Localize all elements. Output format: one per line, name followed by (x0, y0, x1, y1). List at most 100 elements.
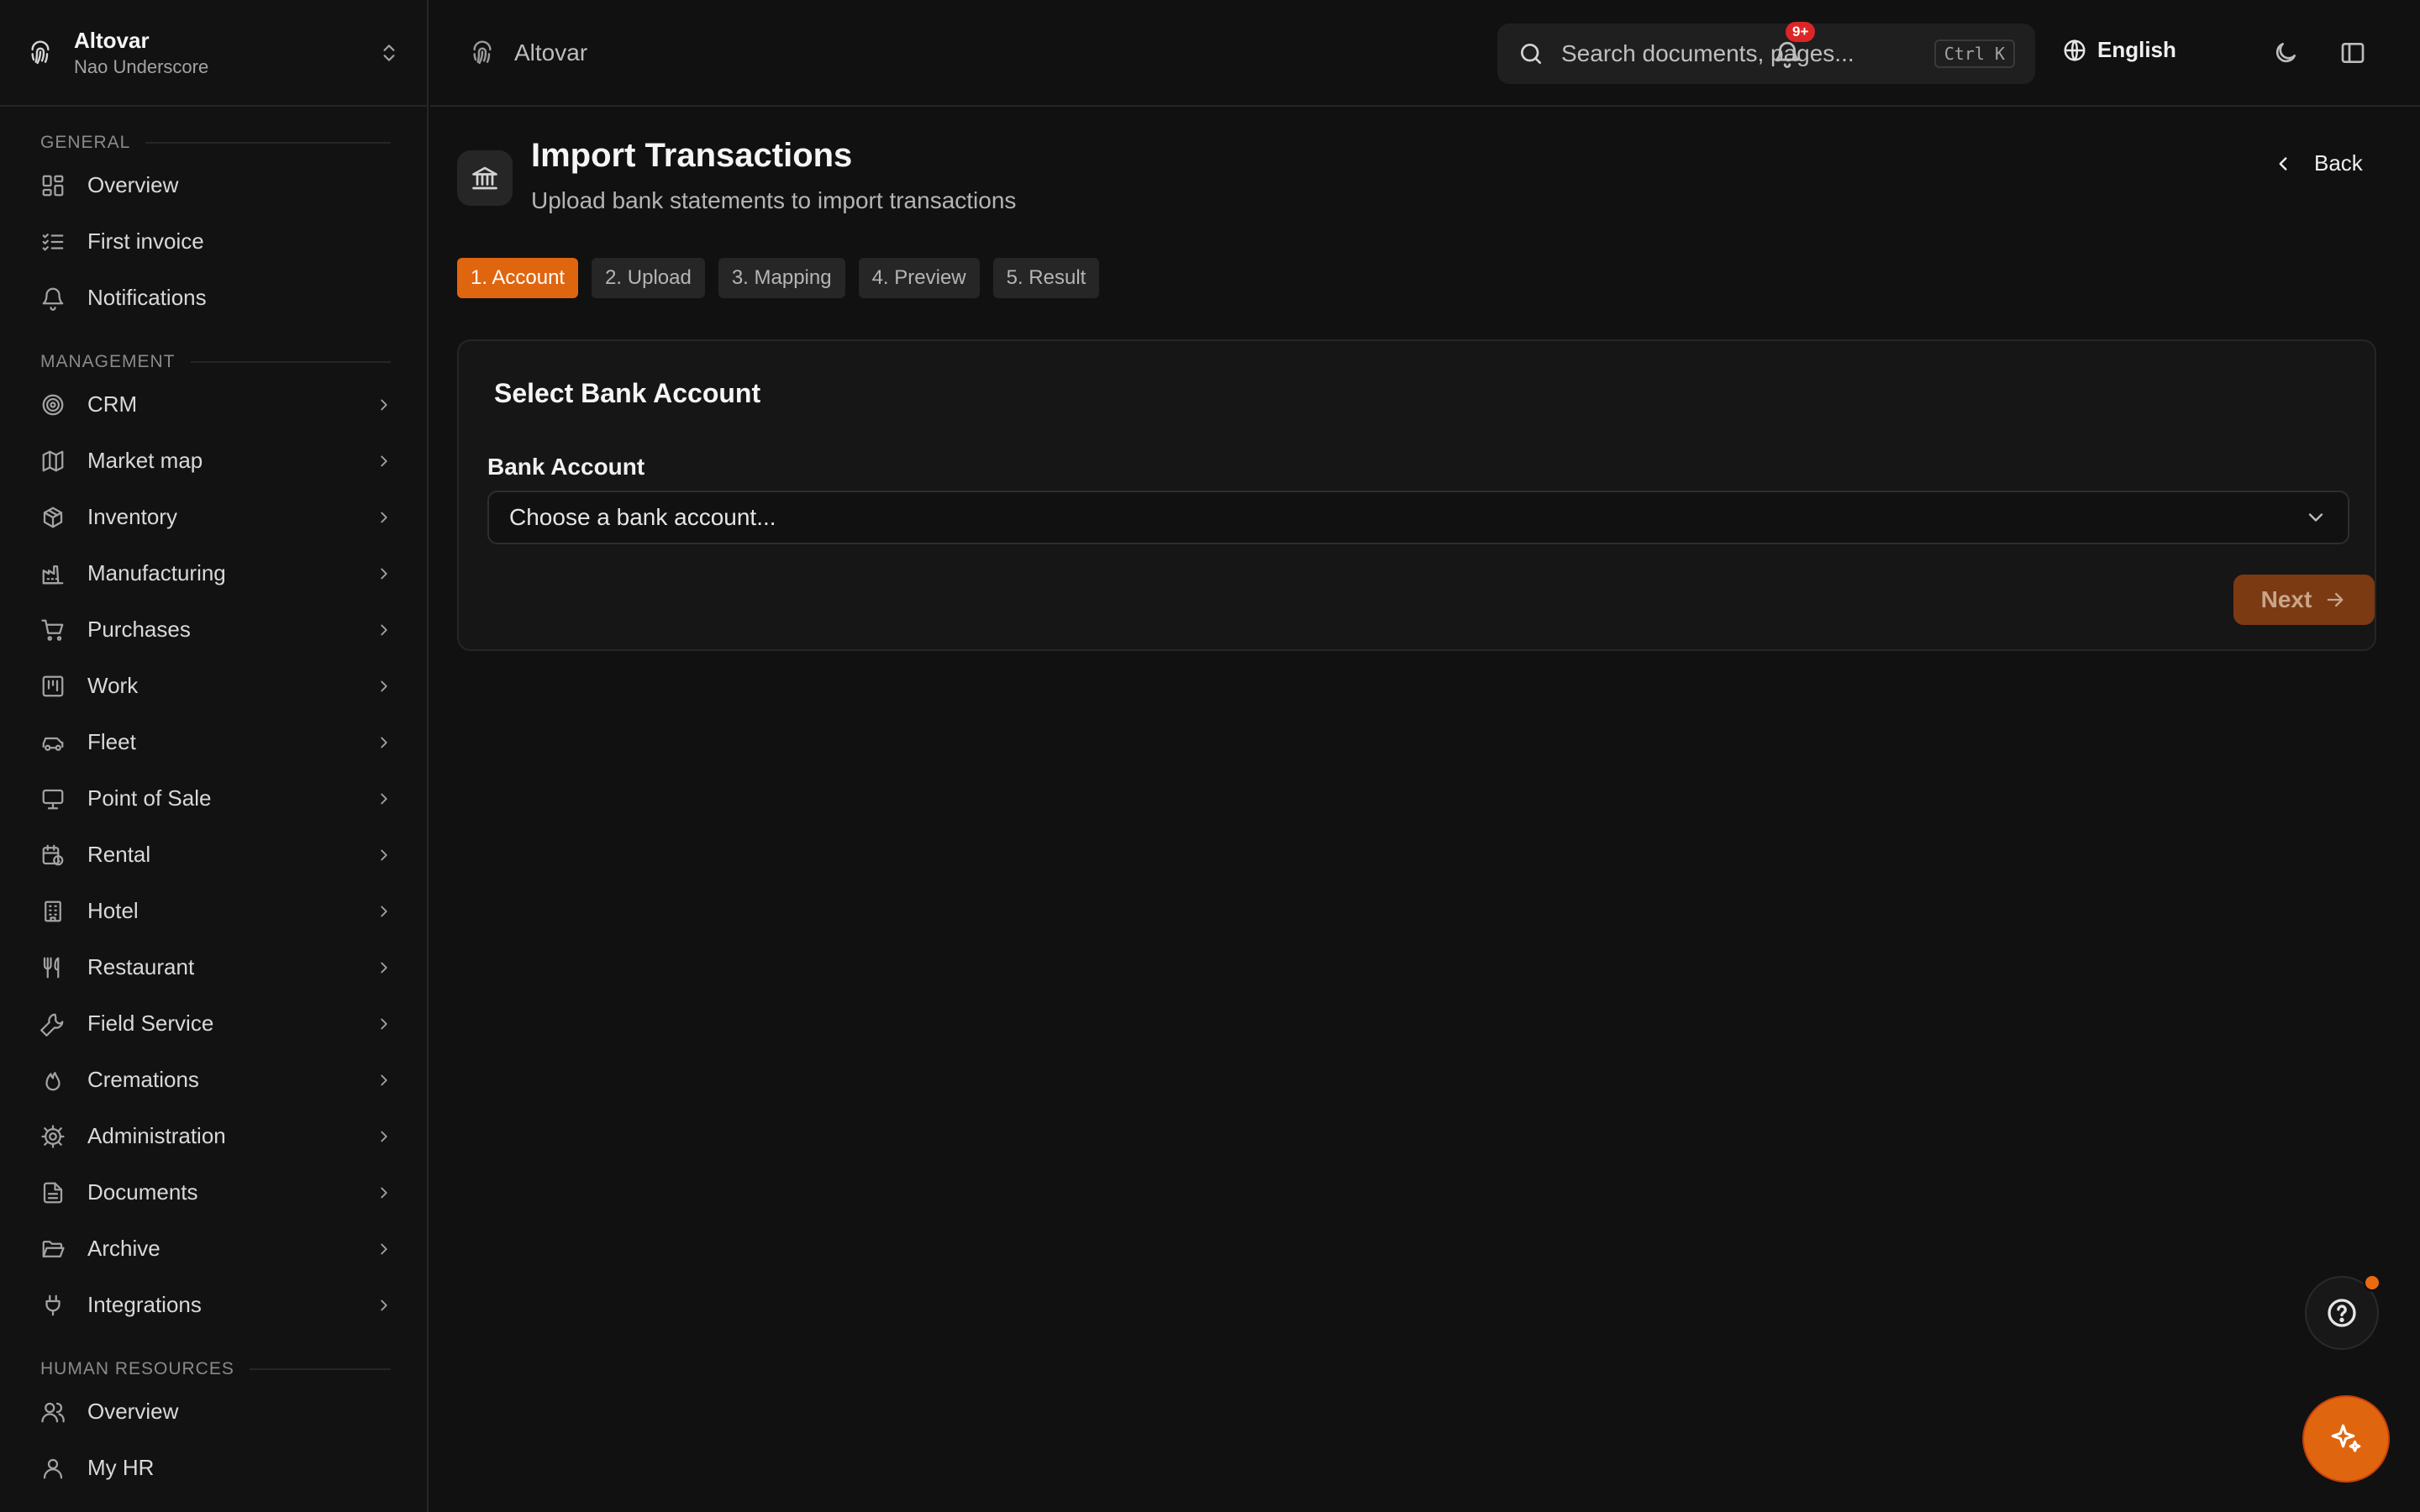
package-icon (43, 507, 63, 528)
sidebar-item-label: Manufacturing (87, 560, 226, 585)
chevron-right-icon (381, 568, 387, 579)
utensils-icon (43, 957, 60, 978)
chevron-right-icon (381, 1131, 387, 1142)
chevron-right-icon (381, 737, 387, 748)
sidebar-item-my-hr[interactable]: My HR (0, 1440, 427, 1496)
org-switcher[interactable]: Altovar Nao Underscore (0, 0, 427, 107)
sidebar-item-label: Documents (87, 1179, 198, 1205)
ai-assistant-button[interactable] (2304, 1397, 2388, 1481)
chevron-right-icon (381, 1299, 387, 1310)
step-5-result[interactable]: 5. Result (992, 258, 1100, 298)
page-icon (457, 150, 513, 206)
chevron-right-icon (381, 680, 387, 691)
sidebar-item-fleet[interactable]: Fleet (0, 714, 427, 770)
sidebar-item-overview[interactable]: Overview (0, 1383, 427, 1440)
file-icon (43, 1182, 63, 1203)
language-selector[interactable]: English (2062, 37, 2176, 63)
sidebar-item-documents[interactable]: Documents (0, 1164, 427, 1221)
sidebar-item-archive[interactable]: Archive (0, 1221, 427, 1277)
search-bar[interactable]: Ctrl K (1497, 24, 2035, 84)
sidebar-item-restaurant[interactable]: Restaurant (0, 939, 427, 995)
sidebar-item-label: Purchases (87, 617, 191, 642)
bell-icon (42, 287, 64, 311)
sidebar-item-first-invoice[interactable]: First invoice (0, 213, 427, 270)
search-input[interactable] (1561, 40, 1934, 67)
step-4-preview[interactable]: 4. Preview (858, 258, 980, 298)
sidebar-item-label: Field Service (87, 1011, 214, 1036)
fingerprint-icon (473, 39, 492, 64)
sidebar-item-crm[interactable]: CRM (0, 376, 427, 433)
flame-icon (45, 1071, 60, 1090)
target-icon (42, 394, 64, 415)
sidebar-item-label: Cremations (87, 1067, 199, 1092)
sidebar-item-purchases[interactable]: Purchases (0, 601, 427, 658)
sidebar-item-integrations[interactable]: Integrations (0, 1277, 427, 1333)
map-icon (42, 450, 64, 471)
sidebar-item-hotel[interactable]: Hotel (0, 883, 427, 939)
section-label: HUMAN RESOURCES (40, 1359, 234, 1378)
chevron-right-icon (381, 962, 387, 973)
cart-icon (41, 619, 64, 641)
next-button[interactable]: Next (2233, 575, 2375, 625)
sidebar-item-label: Integrations (87, 1292, 202, 1317)
chevron-right-icon (381, 793, 387, 804)
search-shortcut: Ctrl K (1933, 39, 2015, 68)
monitor-icon (42, 789, 64, 809)
sidebar-item-label: My HR (87, 1455, 155, 1480)
gear-icon (41, 1124, 65, 1148)
chevron-right-icon (381, 624, 387, 635)
sidebar-item-inventory[interactable]: Inventory (0, 489, 427, 545)
sidebar-item-work[interactable]: Work (0, 658, 427, 714)
back-button[interactable]: Back (2262, 144, 2373, 183)
arrow-right-icon (2328, 592, 2344, 607)
plug-icon (45, 1294, 60, 1315)
step-1-account[interactable]: 1. Account (457, 258, 579, 298)
sidebar-item-label: Market map (87, 448, 203, 473)
bank-account-card: Select Bank Account Bank Account Choose … (457, 339, 2376, 651)
sidebar-item-notifications[interactable]: Notifications (0, 270, 427, 326)
moon-icon[interactable] (2272, 39, 2299, 66)
factory-icon (42, 564, 64, 584)
sidebar-item-label: First invoice (87, 228, 204, 254)
sidebar-item-administration[interactable]: Administration (0, 1108, 427, 1164)
breadcrumb[interactable]: Altovar (469, 39, 587, 66)
help-indicator-dot (2363, 1273, 2381, 1292)
chevrons-up-down-icon (383, 44, 395, 61)
sidebar-toggle-icon[interactable] (2339, 39, 2366, 66)
search-icon (1521, 44, 1541, 64)
chevron-left-icon (2279, 156, 2287, 171)
sidebar-item-label: Notifications (87, 285, 207, 310)
notifications-bell-icon[interactable] (1773, 39, 1802, 68)
sidebar-item-point-of-sale[interactable]: Point of Sale (0, 770, 427, 827)
sidebar-item-rental[interactable]: Rental (0, 827, 427, 883)
folder-open-icon (42, 1240, 65, 1257)
chevron-right-icon (381, 1074, 387, 1085)
sidebar-item-label: Fleet (87, 729, 136, 754)
sidebar-item-market-map[interactable]: Market map (0, 433, 427, 489)
user-icon (43, 1458, 63, 1478)
sidebar-item-field-service[interactable]: Field Service (0, 995, 427, 1052)
sidebar-item-label: Administration (87, 1123, 226, 1148)
notification-badge: 9+ (1786, 22, 1816, 42)
building-icon (45, 900, 61, 921)
chevron-right-icon (381, 512, 387, 522)
help-circle-icon (2328, 1299, 2356, 1327)
step-3-mapping[interactable]: 3. Mapping (718, 258, 845, 298)
org-subtitle: Nao Underscore (74, 55, 209, 77)
chevron-right-icon (381, 1187, 387, 1198)
sidebar-item-label: Work (87, 673, 139, 698)
sidebar-item-overview[interactable]: Overview (0, 157, 427, 213)
sidebar-item-label: Archive (87, 1236, 160, 1261)
bank-account-select[interactable]: Choose a bank account... (487, 491, 2349, 544)
chevron-right-icon (381, 906, 387, 916)
sidebar: Altovar Nao Underscore GENERAL Overview F… (0, 0, 429, 1512)
sidebar-item-cremations[interactable]: Cremations (0, 1052, 427, 1108)
bank-account-label: Bank Account (487, 454, 645, 480)
wizard-steps: 1. Account 2. Upload 3. Mapping 4. Preview 5… (457, 258, 1113, 298)
users-icon (41, 1402, 65, 1422)
sidebar-item-label: Hotel (87, 898, 139, 923)
chevron-right-icon (381, 399, 387, 410)
sidebar-item-manufacturing[interactable]: Manufacturing (0, 545, 427, 601)
step-2-upload[interactable]: 2. Upload (592, 258, 705, 298)
dashboard-icon (42, 175, 64, 196)
